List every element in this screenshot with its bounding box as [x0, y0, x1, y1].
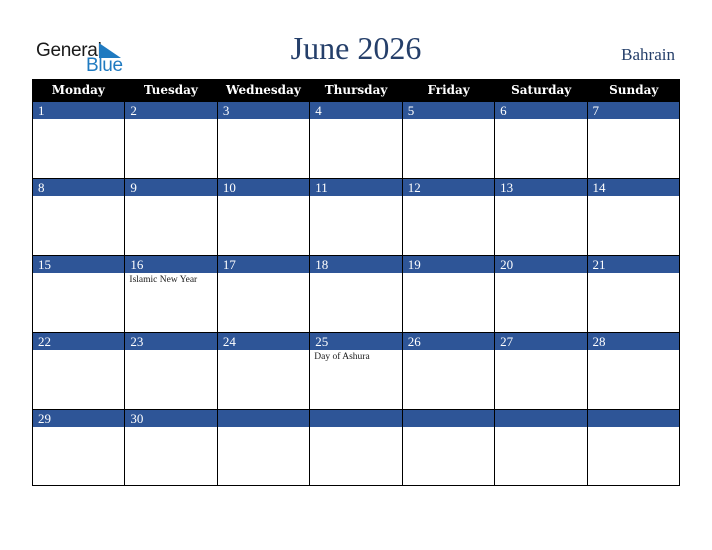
day-cell-event[interactable]	[586, 427, 679, 486]
day-number: 17	[216, 256, 309, 273]
day-number: 9	[124, 179, 216, 196]
day-cell-event[interactable]	[494, 350, 586, 409]
day-cell-event[interactable]	[33, 196, 124, 255]
week-row: 29 30	[32, 409, 680, 486]
day-cell-event[interactable]	[494, 196, 586, 255]
day-number-bar: 1 234567	[33, 101, 679, 119]
day-cell-event[interactable]	[586, 196, 679, 255]
weekday-header: Tuesday	[143, 83, 198, 97]
country-label: Bahrain	[621, 45, 675, 64]
calendar-title: June 2026	[290, 30, 422, 66]
day-cell-event[interactable]	[124, 350, 216, 409]
day-cell-event[interactable]: Islamic New Year	[124, 273, 216, 332]
day-cell-event[interactable]	[33, 427, 124, 486]
day-number: 15	[38, 257, 51, 272]
day-number-bar: 15 16 17 18 19 20 21	[33, 255, 679, 273]
day-cell-event[interactable]	[494, 273, 586, 332]
day-cell-event[interactable]	[124, 427, 216, 486]
weekday-header-row: Monday Tuesday Wednesday Thursday Friday…	[32, 79, 680, 101]
day-cell-event[interactable]	[401, 196, 494, 255]
week-row: 22 23 24 25 26 27 28 Day of Ashura	[32, 332, 680, 409]
weekday-header: Monday	[51, 83, 105, 97]
day-cell-event[interactable]	[216, 119, 309, 178]
day-number: 5	[401, 102, 494, 119]
day-number: 24	[216, 333, 309, 350]
day-cell-event[interactable]	[124, 196, 216, 255]
day-number: 29	[38, 411, 51, 426]
calendar-grid: Monday Tuesday Wednesday Thursday Friday…	[32, 79, 680, 486]
day-cell-event[interactable]	[216, 350, 309, 409]
day-cells	[33, 196, 679, 255]
day-number: 8	[38, 180, 45, 195]
day-cells: Day of Ashura	[33, 350, 679, 409]
day-number: 6	[494, 102, 586, 119]
day-number	[309, 410, 401, 427]
day-number: 26	[401, 333, 494, 350]
day-number: 19	[401, 256, 494, 273]
day-cell-event[interactable]	[494, 427, 586, 486]
day-number	[494, 410, 586, 427]
day-number: 20	[494, 256, 586, 273]
weekday-header: Thursday	[324, 83, 388, 97]
day-number-bar: 22 23 24 25 26 27 28	[33, 332, 679, 350]
day-number	[216, 410, 309, 427]
week-row: 15 16 17 18 19 20 21 Islamic New Year	[32, 255, 680, 332]
day-cell-event[interactable]	[309, 273, 401, 332]
day-cell-event[interactable]	[401, 273, 494, 332]
day-number: 3	[216, 102, 309, 119]
day-number: 11	[309, 179, 401, 196]
day-number: 13	[494, 179, 586, 196]
week-row: 8 9 10 11 12 13 14	[32, 178, 680, 255]
day-cells: Islamic New Year	[33, 273, 679, 332]
day-number: 14	[586, 179, 679, 196]
day-cell-event[interactable]	[586, 273, 679, 332]
week-row: 1 234567	[32, 101, 680, 178]
day-number: 4	[309, 102, 401, 119]
day-cell-event[interactable]	[309, 427, 401, 486]
day-number: 27	[494, 333, 586, 350]
day-number: 23	[124, 333, 216, 350]
day-number: 1	[38, 103, 45, 118]
weekday-header: Wednesday	[226, 83, 301, 97]
day-cell-event[interactable]	[124, 119, 216, 178]
day-cell-event[interactable]	[401, 119, 494, 178]
day-number: 7	[586, 102, 679, 119]
day-number: 12	[401, 179, 494, 196]
day-cell-event[interactable]	[401, 350, 494, 409]
weekday-header: Saturday	[511, 83, 572, 97]
day-cell-event[interactable]	[33, 273, 124, 332]
day-number: 25	[309, 333, 401, 350]
day-cell-event[interactable]	[309, 196, 401, 255]
day-number-bar: 8 9 10 11 12 13 14	[33, 178, 679, 196]
day-cell-event[interactable]	[309, 119, 401, 178]
day-cell-event[interactable]	[586, 119, 679, 178]
day-number-bar: 29 30	[33, 409, 679, 427]
weekday-header: Friday	[427, 83, 470, 97]
day-cell-event[interactable]	[494, 119, 586, 178]
day-cell-event[interactable]	[33, 119, 124, 178]
day-cell-event[interactable]	[401, 427, 494, 486]
day-number: 16	[124, 256, 216, 273]
day-cell-event[interactable]	[216, 196, 309, 255]
day-cell-event[interactable]	[216, 427, 309, 486]
day-cells	[33, 119, 679, 178]
day-number	[401, 410, 494, 427]
day-number: 21	[586, 256, 679, 273]
weekday-header: Sunday	[609, 83, 659, 97]
day-number	[586, 410, 679, 427]
day-number: 10	[216, 179, 309, 196]
day-cell-event[interactable]	[586, 350, 679, 409]
day-cell-event[interactable]	[33, 350, 124, 409]
day-cell-event[interactable]: Day of Ashura	[309, 350, 401, 409]
day-number: 22	[38, 334, 51, 349]
day-number: 2	[124, 102, 216, 119]
day-cell-event[interactable]	[216, 273, 309, 332]
day-number: 28	[586, 333, 679, 350]
day-number: 18	[309, 256, 401, 273]
day-number: 30	[124, 410, 216, 427]
day-cells	[33, 427, 679, 486]
